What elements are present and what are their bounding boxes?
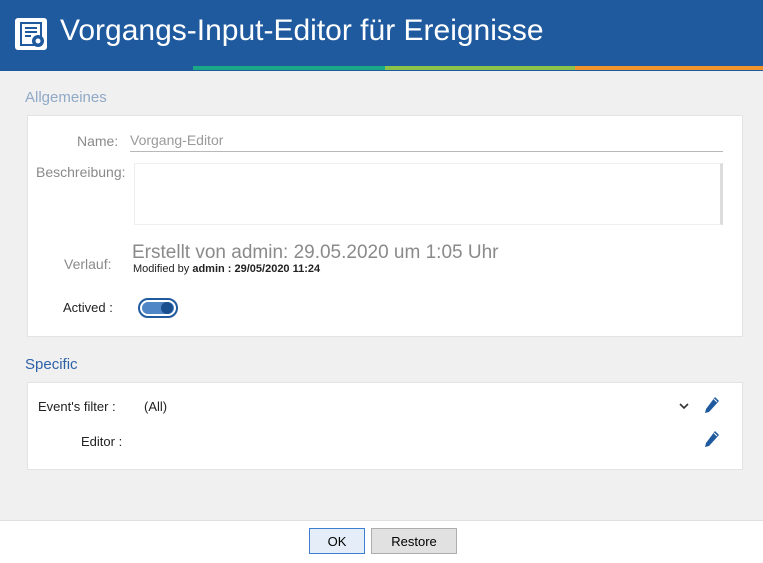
restore-button[interactable]: Restore bbox=[371, 528, 457, 554]
edit-filter-pencil-icon[interactable] bbox=[704, 396, 720, 416]
actived-toggle[interactable] bbox=[138, 298, 178, 318]
actived-label: Actived : bbox=[63, 300, 113, 315]
editor-label: Editor : bbox=[81, 434, 123, 449]
name-label: Name: bbox=[77, 133, 119, 149]
window-title: Vorgangs-Input-Editor für Ereignisse bbox=[60, 14, 544, 47]
chevron-down-icon[interactable] bbox=[677, 399, 691, 413]
title-bar: Vorgangs-Input-Editor für Ereignisse bbox=[0, 0, 763, 71]
section-title-specific: Specific bbox=[25, 356, 78, 373]
events-filter-select[interactable]: (All) bbox=[144, 399, 167, 414]
accent-bar-teal bbox=[193, 66, 385, 70]
section-title-general: Allgemeines bbox=[25, 89, 107, 106]
history-created-text: Erstellt von admin: 29.05.2020 um 1:05 U… bbox=[132, 242, 499, 263]
editor-document-icon bbox=[15, 18, 47, 50]
history-label: Verlauf: bbox=[64, 256, 112, 272]
accent-bar-blue bbox=[0, 66, 193, 70]
name-input[interactable] bbox=[130, 128, 723, 152]
accent-bar-green bbox=[385, 66, 575, 70]
description-label: Beschreibung: bbox=[36, 164, 126, 180]
edit-editor-pencil-icon[interactable] bbox=[704, 430, 720, 450]
history-modified-text: Modified by admin : 29/05/2020 11:24 bbox=[133, 263, 320, 275]
accent-bar-orange bbox=[575, 66, 763, 70]
description-textarea[interactable] bbox=[134, 163, 723, 225]
ok-button[interactable]: OK bbox=[309, 528, 365, 554]
specific-panel bbox=[27, 382, 743, 470]
history-modified-value: admin : 29/05/2020 11:24 bbox=[192, 263, 321, 275]
events-filter-label: Event's filter : bbox=[38, 399, 116, 414]
history-modified-prefix: Modified by bbox=[133, 263, 190, 275]
toggle-knob bbox=[161, 302, 173, 314]
